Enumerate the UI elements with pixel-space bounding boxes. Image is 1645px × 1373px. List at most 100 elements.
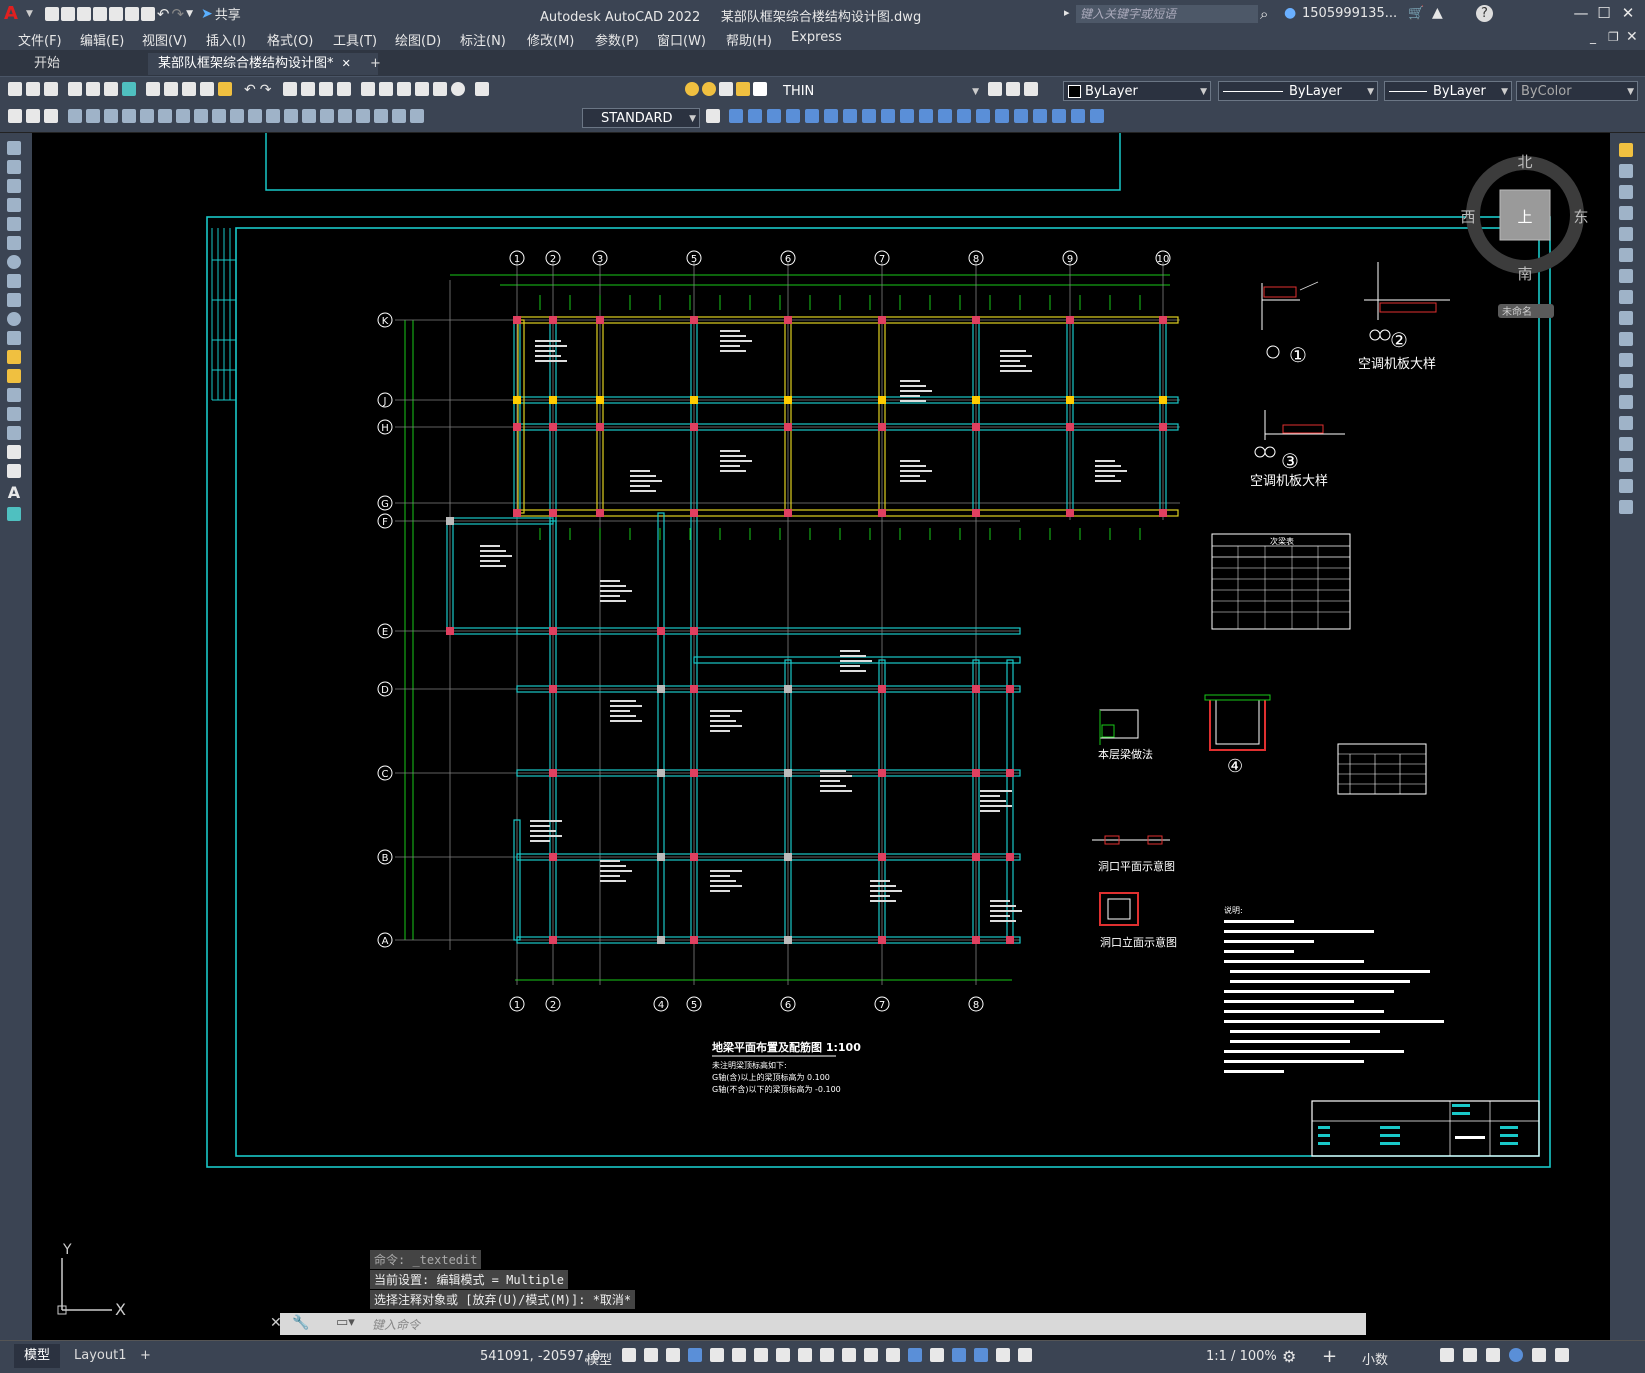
a360-icon[interactable]: ▲ [1432,5,1443,21]
fillet-icon[interactable] [995,109,1009,123]
grid-icon[interactable] [622,1348,636,1362]
blend-v-icon[interactable] [1619,479,1633,493]
markup-icon[interactable] [433,82,448,96]
graphics-performance-icon[interactable] [1509,1348,1523,1362]
model-tab[interactable]: 模型 [14,1344,61,1368]
undo-icon[interactable]: ↶ [157,5,170,23]
minimize-icon[interactable]: — [1570,4,1592,22]
menu-file[interactable]: 文件(F) [18,30,62,49]
add-layout-icon[interactable]: + [130,1344,161,1368]
tab-close-icon[interactable]: ✕ [342,57,351,70]
textstyle-dropdown[interactable]: STANDARD ▼ [582,108,700,128]
tolerance-icon[interactable] [302,109,316,123]
polyline-icon[interactable] [7,179,21,193]
dynamic-ucs-icon[interactable] [908,1348,922,1362]
break-point-v-icon[interactable] [1619,374,1633,388]
selection-filter-icon[interactable] [930,1348,944,1362]
open-icon[interactable] [60,6,75,21]
compass-north[interactable]: 北 [1517,153,1532,171]
make-block-icon[interactable] [7,369,21,383]
chamfer-v-icon[interactable] [1619,437,1633,451]
join-icon[interactable] [957,109,971,123]
insert-block-icon[interactable] [7,350,21,364]
polar-icon[interactable] [732,1348,746,1362]
join-v-icon[interactable] [1619,416,1633,430]
maximize-icon[interactable]: ☐ [1593,4,1615,22]
layer-iso-icon[interactable] [1024,82,1038,96]
mleader-icon[interactable] [44,109,58,123]
tool-palettes-icon[interactable] [397,82,412,96]
command-customize-icon[interactable]: 🔧 [292,1315,309,1331]
publish-icon[interactable] [104,82,118,96]
ortho-icon[interactable] [710,1348,724,1362]
ellipse-icon[interactable] [7,312,21,326]
new-tab-button[interactable]: + [360,53,391,75]
menu-draw[interactable]: 绘图(D) [395,30,441,49]
save-as-icon[interactable] [92,6,107,21]
matchprop-icon[interactable] [200,82,214,96]
menu-tools[interactable]: 工具(T) [333,30,377,49]
properties-icon[interactable] [361,82,376,96]
app-menu-chevron-icon[interactable]: ▼ [26,9,33,19]
spline-icon[interactable] [7,293,21,307]
arc-icon[interactable] [7,236,21,250]
erase-v-icon[interactable] [1619,143,1633,157]
tab-document[interactable]: 某部队框架综合楼结构设计图* ✕ [148,53,378,75]
command-input[interactable]: 键入命令 [372,1316,420,1333]
menu-modify[interactable]: 修改(M) [527,30,574,49]
trim-v-icon[interactable] [1619,332,1633,346]
layer-lock-icon[interactable] [736,82,750,96]
osnap-icon[interactable] [798,1348,812,1362]
search-expand-icon[interactable]: ▸ [1064,6,1070,19]
user-name[interactable]: 1505999135... [1302,6,1397,21]
clean-screen-icon[interactable] [1532,1348,1546,1362]
dim-update-icon[interactable] [410,109,424,123]
lock-ui-icon[interactable] [1463,1348,1477,1362]
cart-icon[interactable]: 🛒 [1408,6,1424,21]
autocad-logo-icon[interactable]: A [4,3,24,24]
save-file-icon[interactable] [44,82,58,96]
rotate-v-icon[interactable] [1619,269,1633,283]
search-icon[interactable]: ⌕ [1260,5,1268,23]
menu-format[interactable]: 格式(O) [267,30,313,49]
doc-restore-icon[interactable]: ❐ [1608,30,1619,44]
zoom-realtime-icon[interactable] [301,82,316,96]
dim-diameter-icon[interactable] [176,109,190,123]
layer-dropdown[interactable]: THIN ▼ [778,81,983,101]
array-v-icon[interactable] [1619,227,1633,241]
plot-icon[interactable] [140,6,155,21]
redo-icon[interactable]: ↷ [172,5,185,23]
lineweight-icon[interactable] [820,1348,834,1362]
copy-object-icon[interactable] [748,109,762,123]
units-value[interactable]: 小数 [1362,1349,1388,1368]
line-icon[interactable] [7,141,21,155]
ungroup-icon[interactable] [1090,109,1104,123]
compass-east[interactable]: 东 [1573,208,1588,226]
mirror-v-icon[interactable] [1619,185,1633,199]
ellipse-arc-icon[interactable] [7,331,21,345]
linetype-dropdown[interactable]: ByLayer ▼ [1218,81,1378,101]
annotation-monitor-icon[interactable]: + [1322,1346,1337,1367]
print-icon[interactable] [68,82,82,96]
dim-jogged-icon[interactable] [158,109,172,123]
model-space-button[interactable]: 模型 [586,1349,612,1368]
copy-icon[interactable] [164,82,178,96]
viewcube[interactable]: 上 北 南 东 西 未命名 [1460,153,1589,318]
paste-icon[interactable] [182,82,196,96]
dim-continue-icon[interactable] [248,109,262,123]
doc-minimize-icon[interactable]: _ [1590,30,1596,44]
menu-edit[interactable]: 编辑(E) [80,30,124,49]
workspace-gear-icon[interactable]: ⚙ [1282,1347,1296,1366]
pan-icon[interactable] [283,82,298,96]
help-icon[interactable]: ? [1476,5,1493,22]
dim-space-icon[interactable] [266,109,280,123]
construction-line-icon[interactable] [7,160,21,174]
annotation-visibility-icon[interactable] [974,1348,988,1362]
annotation-scale-value[interactable]: 1:1 / 100% [1206,1349,1277,1364]
otrack-icon[interactable] [776,1348,790,1362]
inspect-icon[interactable] [338,109,352,123]
share-button[interactable]: 共享 [215,4,241,23]
menu-parametric[interactable]: 参数(P) [595,30,639,49]
help-tool-icon[interactable] [451,82,466,96]
save-web-icon[interactable] [124,6,139,21]
